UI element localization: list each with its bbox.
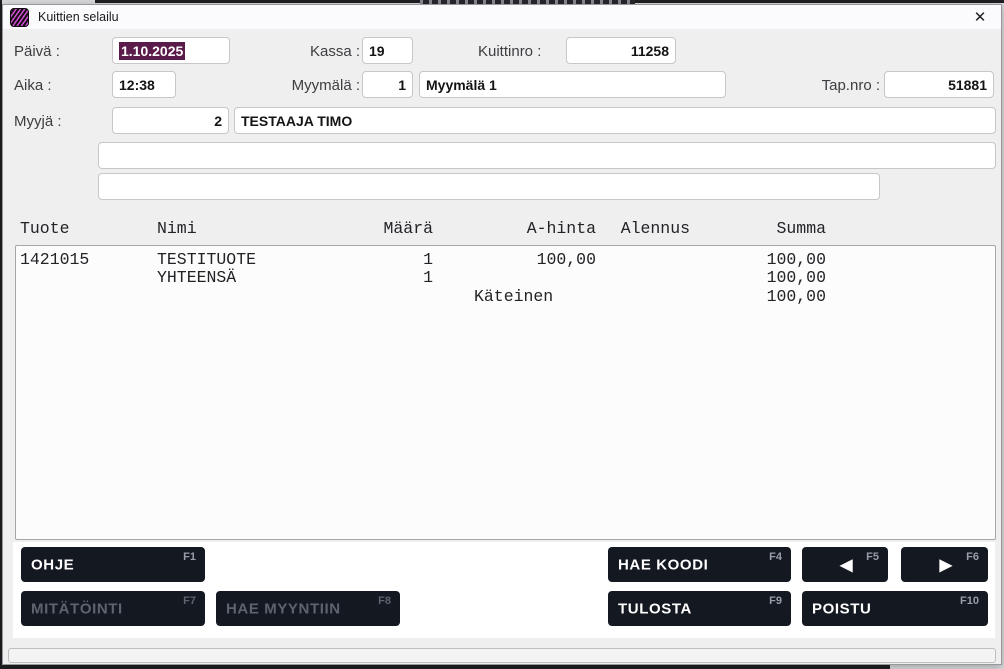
cell-tuote: 1421015 — [20, 251, 150, 269]
right-arrow-icon: ▶ — [940, 555, 953, 575]
cell-summa: 100,00 — [716, 251, 826, 269]
mitatointi-fkey-label: F7 — [183, 595, 196, 607]
receipt-row[interactable]: 1421015TESTITUOTE1100,00100,00 — [16, 251, 995, 269]
kuittinro-label: Kuittinro : — [478, 43, 541, 60]
prev-fkey-label: F5 — [866, 551, 879, 563]
myymala-label: Myymälä : — [276, 77, 360, 94]
tulosta-button-label: TULOSTA — [618, 600, 692, 617]
hae-koodi-button[interactable]: HAE KOODI F4 — [608, 547, 791, 582]
left-arrow-icon: ◀ — [840, 555, 853, 575]
aika-input[interactable]: 12:38 — [112, 71, 176, 98]
window-title: Kuittien selailu — [38, 10, 119, 24]
mitatointi-button-label: MITÄTÖINTI — [31, 600, 123, 617]
extra-input-1[interactable] — [98, 142, 996, 169]
hae-myyntiin-button-label: HAE MYYNTIIN — [226, 600, 341, 617]
cell-summa: 100,00 — [716, 288, 826, 306]
kassa-input[interactable]: 19 — [362, 37, 413, 64]
poistu-fkey-label: F10 — [960, 595, 979, 607]
receipt-row[interactable]: Käteinen 100,00 — [16, 288, 995, 306]
screen: Kuittien selailu ✕ Päivä : Kassa : Kuitt… — [0, 0, 1004, 669]
previous-receipt-button[interactable]: ◀ F5 — [802, 547, 888, 582]
cell-payment: Käteinen — [474, 288, 624, 306]
column-header-alennus: Alennus — [616, 220, 690, 238]
tulosta-fkey-label: F9 — [769, 595, 782, 607]
next-fkey-label: F6 — [966, 551, 979, 563]
poistu-button-label: POISTU — [812, 600, 871, 617]
column-header-summa: Summa — [716, 220, 826, 238]
kuittinro-input[interactable]: 11258 — [566, 37, 676, 64]
cell-ahinta: 100,00 — [456, 251, 596, 269]
paiva-value-selected: 1.10.2025 — [119, 42, 185, 60]
hae-myyntiin-button[interactable]: HAE MYYNTIIN F8 — [216, 591, 400, 626]
cell-maara: 1 — [336, 269, 433, 287]
column-header-ahinta: A-hinta — [456, 220, 596, 238]
column-header-tuote: Tuote — [20, 220, 150, 238]
app-icon — [10, 8, 29, 27]
myyja-number-input[interactable]: 2 — [112, 107, 229, 134]
hae-koodi-button-label: HAE KOODI — [618, 556, 708, 573]
status-bar — [8, 648, 996, 663]
tapnro-label: Tap.nro : — [800, 77, 880, 94]
myyja-name-input[interactable]: TESTAAJA TIMO — [234, 107, 996, 134]
mitatointi-button[interactable]: MITÄTÖINTI F7 — [21, 591, 205, 626]
ohje-fkey-label: F1 — [183, 551, 196, 563]
myymala-name-input[interactable]: Myymälä 1 — [419, 71, 726, 98]
paiva-label: Päivä : — [14, 43, 60, 60]
hae-myyntiin-fkey-label: F8 — [378, 595, 391, 607]
hae-koodi-fkey-label: F4 — [769, 551, 782, 563]
next-receipt-button[interactable]: ▶ F6 — [901, 547, 988, 582]
column-header-maara: Määrä — [336, 220, 433, 238]
myyja-label: Myyjä : — [14, 113, 62, 130]
paiva-input[interactable]: 1.10.2025 — [112, 37, 230, 64]
extra-input-2[interactable] — [98, 173, 880, 200]
cell-maara: 1 — [336, 251, 433, 269]
tapnro-input[interactable]: 51881 — [884, 71, 994, 98]
aika-label: Aika : — [14, 77, 52, 94]
tulosta-button[interactable]: TULOSTA F9 — [608, 591, 791, 626]
close-icon[interactable]: ✕ — [967, 6, 993, 28]
receipt-row[interactable]: YHTEENSÄ1100,00 — [16, 269, 995, 287]
myymala-number-input[interactable]: 1 — [362, 71, 413, 98]
receipt-line-list[interactable]: 1421015TESTITUOTE1100,00100,00YHTEENSÄ11… — [15, 245, 996, 540]
cell-summa: 100,00 — [716, 269, 826, 287]
title-bar: Kuittien selailu ✕ — [3, 5, 1001, 29]
kassa-label: Kassa : — [290, 43, 360, 60]
ohje-button-label: OHJE — [31, 556, 74, 573]
ohje-button[interactable]: OHJE F1 — [21, 547, 205, 582]
poistu-button[interactable]: POISTU F10 — [802, 591, 988, 626]
receipt-table-header: TuoteNimiMääräA-hintaAlennusSumma — [16, 220, 986, 238]
